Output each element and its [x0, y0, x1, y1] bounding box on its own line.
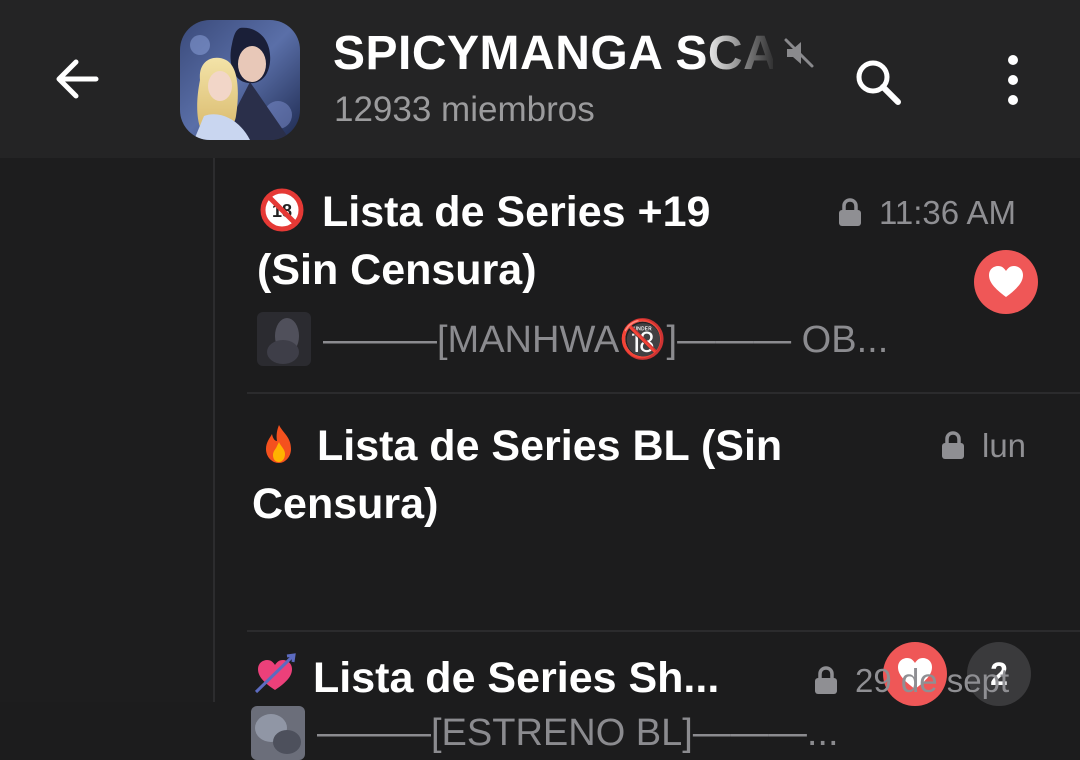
- more-vertical-icon: [1008, 55, 1018, 105]
- reaction-button[interactable]: [974, 250, 1038, 314]
- lock-icon: [837, 197, 863, 227]
- chat-header: SPICYMANGA SCA 12933 miembros: [0, 0, 1080, 158]
- search-icon: [856, 60, 901, 105]
- topic-time: 11:36 AM: [879, 194, 1016, 231]
- topic-item[interactable]: Lista de Series BL (Sin Censura) lun 2 —…: [215, 394, 1080, 760]
- topic-title: Lista de Series Sh...: [313, 654, 720, 702]
- topic-time: 29 de sept: [855, 662, 1010, 699]
- topic-title: Lista de Series +19: [322, 188, 711, 236]
- preview-thumbnail: [257, 312, 311, 366]
- topics-side-rail: [0, 158, 215, 702]
- more-options-button[interactable]: [994, 52, 1032, 108]
- topic-item[interactable]: Lista de Series Sh... 29 de sept: [215, 632, 1080, 702]
- topic-list: 18 Lista de Series +19 (Sin Censura) 11:…: [215, 158, 1080, 760]
- topic-time: lun: [982, 427, 1027, 464]
- topic-preview: ———[MANHWA🔞]——— OB...: [323, 319, 889, 361]
- topic-title: Lista de Series BL (Sin: [317, 422, 783, 470]
- preview-thumbnail: [251, 706, 305, 760]
- lock-icon: [813, 665, 839, 695]
- lock-icon: [940, 430, 966, 460]
- mute-icon: [782, 36, 816, 70]
- group-avatar[interactable]: [180, 20, 300, 140]
- no-under-18-icon: 18: [260, 188, 304, 232]
- heart-icon: [989, 266, 1023, 297]
- back-button[interactable]: [50, 52, 104, 106]
- topic-title-line2: Censura): [252, 480, 439, 528]
- arrow-left-icon: [56, 59, 99, 99]
- topic-item[interactable]: 18 Lista de Series +19 (Sin Censura) 11:…: [215, 158, 1080, 394]
- fire-icon: [257, 422, 301, 466]
- topic-preview: ———[ESTRENO BL]———...: [317, 712, 839, 754]
- search-button[interactable]: [850, 54, 906, 110]
- member-count: 12933 miembros: [334, 90, 595, 129]
- heart-arrow-icon: [253, 652, 297, 696]
- topic-title-line2: (Sin Censura): [257, 246, 537, 294]
